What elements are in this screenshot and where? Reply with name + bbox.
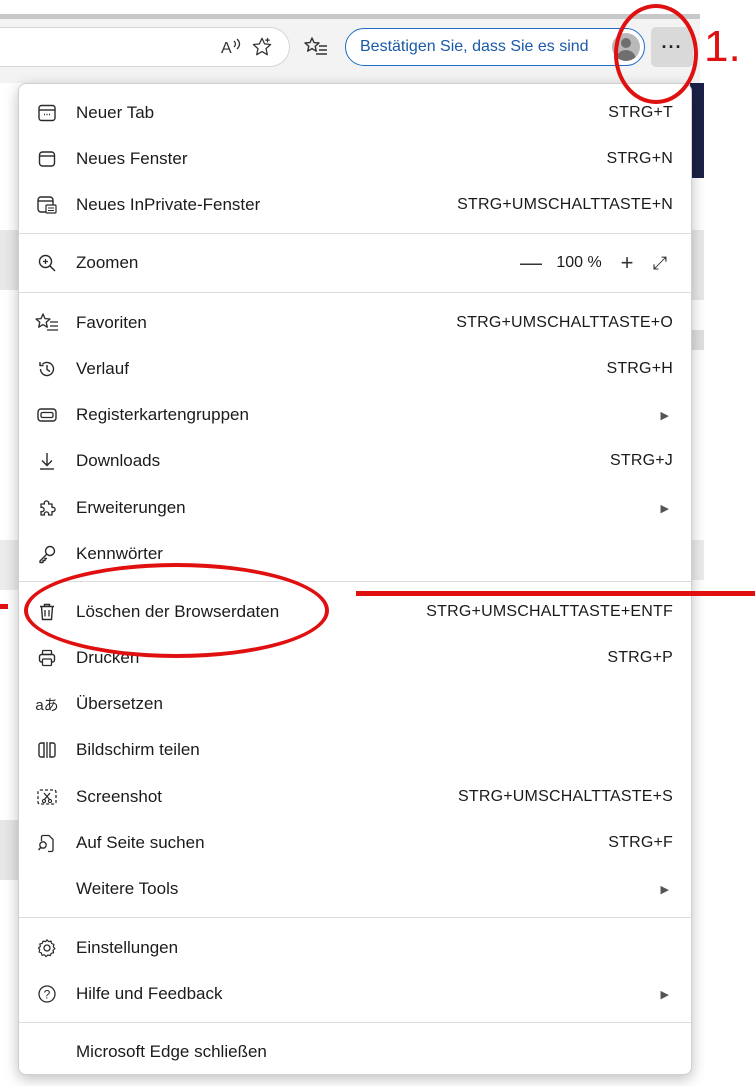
screenshot-icon xyxy=(33,783,61,811)
zoom-icon xyxy=(33,249,61,277)
star-icon[interactable] xyxy=(245,30,279,64)
menu-item-new-window[interactable]: Neues Fenster STRG+N xyxy=(19,136,691,182)
menu-item-label: Auf Seite suchen xyxy=(76,833,205,852)
menu-divider xyxy=(19,917,691,918)
menu-item-split-screen[interactable]: Bildschirm teilen xyxy=(19,727,691,773)
menu-item-extensions[interactable]: Erweiterungen ▶ xyxy=(19,485,691,531)
menu-item-shortcut: STRG+P xyxy=(607,649,673,666)
page-band xyxy=(0,540,18,590)
menu-item-new-tab[interactable]: Neuer Tab STRG+T xyxy=(19,90,691,136)
annotation-mark-left xyxy=(0,604,8,609)
new-tab-icon xyxy=(33,99,61,127)
inprivate-icon xyxy=(33,191,61,219)
sync-verify-button[interactable]: Bestätigen Sie, dass Sie es sind xyxy=(345,28,645,66)
download-icon xyxy=(33,447,61,475)
page-band xyxy=(690,83,704,178)
menu-item-new-inprivate[interactable]: Neues InPrivate-Fenster STRG+UMSCHALTTAS… xyxy=(19,182,691,228)
chevron-right-icon: ▶ xyxy=(660,883,669,896)
menu-item-label: Neues InPrivate-Fenster xyxy=(76,195,261,214)
menu-item-label: Neuer Tab xyxy=(76,103,155,122)
menu-item-favorites[interactable]: Favoriten STRG+UMSCHALTTASTE+O xyxy=(19,300,691,346)
menu-item-shortcut: STRG+UMSCHALTTASTE+S xyxy=(458,788,673,805)
menu-item-find-on-page[interactable]: Auf Seite suchen STRG+F xyxy=(19,820,691,866)
menu-item-label: Kennwörter xyxy=(76,544,163,563)
split-screen-icon xyxy=(33,736,61,764)
menu-item-shortcut: STRG+F xyxy=(608,834,673,851)
menu-item-label: Screenshot xyxy=(76,787,162,806)
menu-item-label: Übersetzen xyxy=(76,694,163,713)
page-band xyxy=(0,820,18,880)
menu-item-history[interactable]: Verlauf STRG+H xyxy=(19,346,691,392)
svg-text:?: ? xyxy=(44,988,51,1002)
menu-item-close-edge[interactable]: Microsoft Edge schließen xyxy=(19,1029,691,1075)
menu-item-label: Neues Fenster xyxy=(76,149,188,168)
menu-item-translate[interactable]: aあ Übersetzen xyxy=(19,681,691,727)
menu-item-shortcut: STRG+J xyxy=(610,452,673,469)
menu-item-shortcut: STRG+T xyxy=(608,104,673,121)
page-band xyxy=(690,330,704,350)
fullscreen-button[interactable]: ⤢ xyxy=(643,253,677,274)
menu-item-settings[interactable]: Einstellungen xyxy=(19,925,691,971)
gear-icon xyxy=(33,934,61,962)
chevron-right-icon: ▶ xyxy=(660,409,669,422)
zoom-out-button[interactable]: — xyxy=(515,250,547,276)
find-in-page-icon xyxy=(33,829,61,857)
menu-item-downloads[interactable]: Downloads STRG+J xyxy=(19,438,691,484)
translate-icon: aあ xyxy=(35,696,59,714)
page-band xyxy=(690,230,704,300)
favorites-list-icon[interactable] xyxy=(299,30,333,64)
window-icon xyxy=(33,145,61,173)
menu-item-label: Microsoft Edge schließen xyxy=(76,1042,267,1061)
menu-item-help-feedback[interactable]: ? Hilfe und Feedback ▶ xyxy=(19,971,691,1017)
annotation-ellipse-clear-data xyxy=(24,563,329,658)
menu-item-label: Bildschirm teilen xyxy=(76,740,200,759)
puzzle-icon xyxy=(33,494,61,522)
page-band xyxy=(690,540,704,580)
menu-item-shortcut: STRG+H xyxy=(606,360,673,377)
menu-item-shortcut: STRG+N xyxy=(606,150,673,167)
menu-item-shortcut: STRG+UMSCHALTTASTE+O xyxy=(456,314,673,331)
menu-item-label: Downloads xyxy=(76,451,161,470)
menu-item-label: Erweiterungen xyxy=(76,498,186,517)
zoom-level: 100 % xyxy=(556,254,602,271)
menu-item-label: Favoriten xyxy=(76,313,147,332)
menu-item-label: Hilfe und Feedback xyxy=(76,984,223,1003)
menu-divider xyxy=(19,1022,691,1023)
menu-item-label: Zoomen xyxy=(76,253,139,272)
menu-item-more-tools[interactable]: Weitere Tools ▶ xyxy=(19,866,691,912)
annotation-pointer-line xyxy=(356,591,755,596)
menu-item-tab-groups[interactable]: Registerkartengruppen ▶ xyxy=(19,392,691,438)
menu-item-label: Verlauf xyxy=(76,359,129,378)
sync-verify-label: Bestätigen Sie, dass Sie es sind xyxy=(360,38,589,55)
menu-item-shortcut: STRG+UMSCHALTTASTE+ENTF xyxy=(426,603,673,620)
svg-text:A: A xyxy=(221,40,232,57)
chevron-right-icon: ▶ xyxy=(660,502,669,515)
history-icon xyxy=(33,355,61,383)
key-icon xyxy=(33,540,61,568)
favorites-icon xyxy=(33,309,61,337)
menu-item-label: Weitere Tools xyxy=(76,879,179,898)
chevron-right-icon: ▶ xyxy=(660,988,669,1001)
menu-item-label: Registerkartengruppen xyxy=(76,405,249,424)
menu-item-zoom: Zoomen — 100 % + ⤢ xyxy=(19,240,691,286)
printer-icon xyxy=(33,644,61,672)
menu-item-screenshot[interactable]: Screenshot STRG+UMSCHALTTASTE+S xyxy=(19,774,691,820)
tab-groups-icon xyxy=(33,401,61,429)
help-icon: ? xyxy=(33,980,61,1008)
menu-item-shortcut: STRG+UMSCHALTTASTE+N xyxy=(457,196,673,213)
menu-divider xyxy=(19,233,691,234)
zoom-controls: — 100 % + ⤢ xyxy=(515,250,677,276)
annotation-step-number: 1. xyxy=(704,22,741,71)
page-band xyxy=(0,230,18,290)
zoom-in-button[interactable]: + xyxy=(611,250,643,276)
menu-divider xyxy=(19,292,691,293)
read-aloud-icon[interactable]: A xyxy=(214,30,248,64)
menu-item-label: Einstellungen xyxy=(76,938,179,957)
annotation-circle-more-button xyxy=(614,4,698,104)
